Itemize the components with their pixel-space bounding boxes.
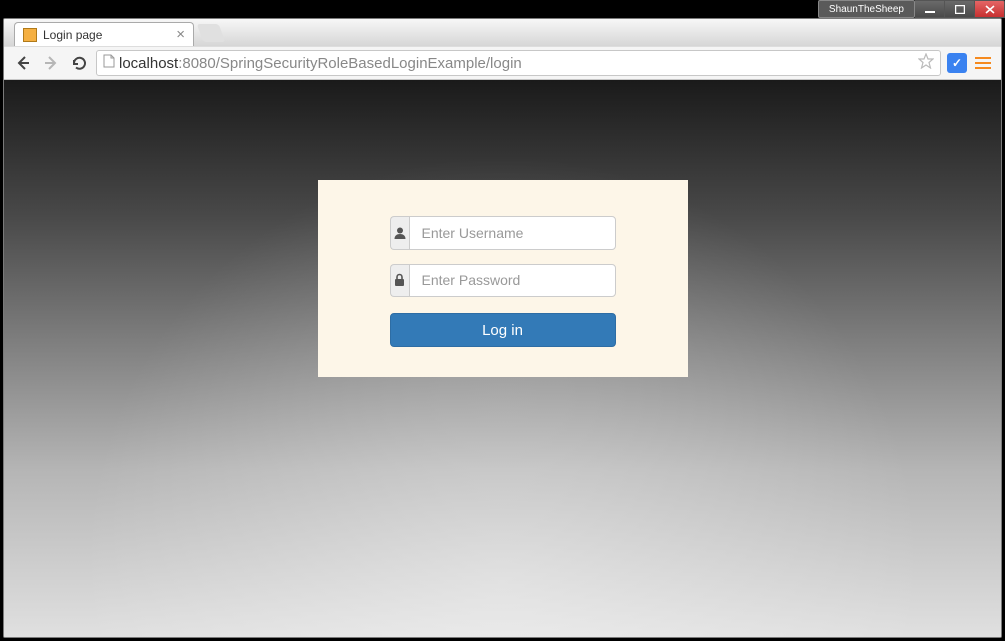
window-close-button[interactable] (975, 0, 1005, 18)
forward-button[interactable] (40, 52, 62, 74)
system-username: ShaunTheSheep (818, 0, 915, 18)
window-maximize-button[interactable] (945, 0, 975, 18)
username-group (390, 216, 616, 250)
back-button[interactable] (12, 52, 34, 74)
page-icon (103, 54, 115, 73)
favicon-icon (23, 28, 37, 42)
maximize-icon (955, 5, 965, 14)
browser-tab[interactable]: Login page × (14, 22, 194, 46)
browser-menu-button[interactable] (973, 53, 993, 73)
login-form: Log in (318, 180, 688, 377)
arrow-left-icon (14, 54, 32, 72)
reload-icon (71, 55, 88, 72)
lock-icon (390, 264, 409, 298)
system-titlebar: ShaunTheSheep (818, 0, 1005, 18)
arrow-right-icon (42, 54, 60, 72)
reload-button[interactable] (68, 52, 90, 74)
extension-checkmark-button[interactable] (947, 53, 967, 73)
password-input[interactable] (409, 264, 616, 298)
username-input[interactable] (409, 216, 616, 250)
user-icon (390, 216, 409, 250)
page-viewport: Log in (4, 80, 1001, 637)
tab-close-button[interactable]: × (176, 29, 185, 41)
new-tab-button[interactable] (197, 24, 226, 42)
login-button[interactable]: Log in (390, 313, 616, 347)
minimize-icon (925, 5, 935, 13)
close-icon (985, 5, 995, 14)
browser-toolbar: localhost:8080/SpringSecurityRoleBasedLo… (4, 46, 1001, 80)
browser-window: Login page × localhost:8080/SpringSecuri… (3, 18, 1002, 638)
hamburger-icon (975, 57, 991, 59)
tab-strip: Login page × (4, 19, 1001, 46)
address-bar[interactable]: localhost:8080/SpringSecurityRoleBasedLo… (96, 50, 941, 76)
password-group (390, 264, 616, 298)
url-path: :8080/SpringSecurityRoleBasedLoginExampl… (178, 55, 522, 72)
tab-title: Login page (43, 28, 102, 42)
bookmark-star-button[interactable] (918, 53, 934, 74)
url-text: localhost:8080/SpringSecurityRoleBasedLo… (119, 55, 522, 72)
star-icon (918, 53, 934, 69)
window-minimize-button[interactable] (915, 0, 945, 18)
url-host: localhost (119, 55, 178, 72)
